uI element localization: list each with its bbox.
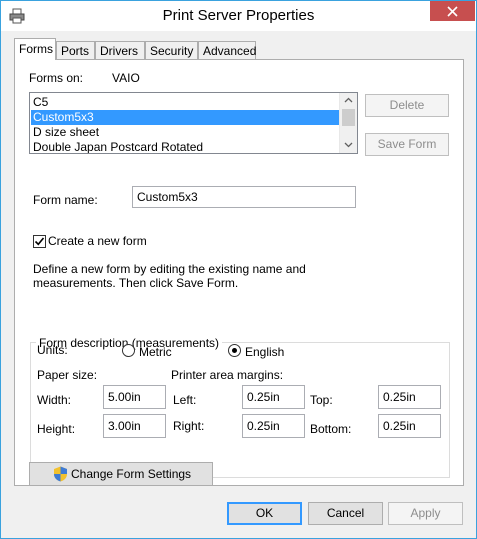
change-form-settings-label: Change Form Settings bbox=[71, 467, 192, 481]
list-item[interactable]: D size sheet bbox=[31, 125, 342, 140]
create-new-form-label[interactable]: Create a new form bbox=[48, 234, 147, 248]
window-title: Print Server Properties bbox=[162, 7, 315, 24]
forms-tab-panel: Forms on: VAIO C5 Custom5x3 D size sheet… bbox=[14, 59, 464, 486]
server-name: VAIO bbox=[112, 71, 140, 85]
tab-drivers[interactable]: Drivers bbox=[95, 41, 145, 59]
scroll-up-arrow-icon[interactable] bbox=[344, 97, 353, 103]
form-description-group bbox=[30, 342, 450, 478]
close-button[interactable] bbox=[430, 1, 475, 21]
tab-advanced[interactable]: Advanced bbox=[198, 41, 256, 59]
form-name-input[interactable] bbox=[132, 186, 356, 208]
height-input[interactable] bbox=[103, 414, 166, 438]
printer-margins-label: Printer area margins: bbox=[171, 368, 284, 382]
left-margin-input[interactable] bbox=[242, 385, 305, 409]
units-label: Units: bbox=[37, 343, 68, 357]
print-server-properties-window: Print Server Properties Forms Ports Driv… bbox=[0, 0, 477, 539]
form-name-label: Form name: bbox=[33, 193, 98, 207]
bottom-margin-label: Bottom: bbox=[310, 422, 352, 436]
tab-ports[interactable]: Ports bbox=[56, 41, 95, 59]
english-radio[interactable] bbox=[228, 344, 241, 357]
apply-button[interactable]: Apply bbox=[388, 502, 463, 525]
left-margin-label: Left: bbox=[173, 393, 197, 407]
height-label: Height: bbox=[37, 422, 76, 436]
paper-size-label: Paper size: bbox=[37, 368, 98, 382]
listbox-scrollbar[interactable] bbox=[339, 93, 357, 153]
close-icon bbox=[447, 5, 458, 17]
delete-button[interactable]: Delete bbox=[365, 94, 449, 117]
forms-listbox[interactable]: C5 Custom5x3 D size sheet Double Japan P… bbox=[29, 92, 358, 154]
width-label: Width: bbox=[37, 393, 72, 407]
scrollbar-thumb[interactable] bbox=[342, 109, 355, 126]
dialog-client-area: Forms Ports Drivers Security Advanced Fo… bbox=[1, 31, 476, 538]
tab-security[interactable]: Security bbox=[145, 41, 198, 59]
bottom-margin-input[interactable] bbox=[378, 414, 441, 438]
instructions-line-1: Define a new form by editing the existin… bbox=[33, 262, 306, 276]
right-margin-label: Right: bbox=[173, 419, 205, 433]
change-form-settings-button[interactable]: Change Form Settings bbox=[29, 462, 213, 486]
top-margin-input[interactable] bbox=[378, 385, 441, 409]
english-label[interactable]: English bbox=[245, 345, 284, 359]
checkmark-icon bbox=[34, 237, 45, 246]
save-form-button[interactable]: Save Form bbox=[365, 133, 449, 156]
instructions-line-2: measurements. Then click Save Form. bbox=[33, 276, 239, 290]
list-item[interactable]: C5 bbox=[31, 95, 342, 110]
ok-button[interactable]: OK bbox=[227, 502, 302, 525]
metric-radio[interactable] bbox=[122, 344, 135, 357]
forms-on-label: Forms on: bbox=[29, 71, 84, 85]
scroll-down-arrow-icon[interactable] bbox=[344, 142, 353, 148]
create-new-form-checkbox[interactable] bbox=[33, 235, 46, 248]
uac-shield-icon bbox=[53, 466, 68, 489]
cancel-button[interactable]: Cancel bbox=[308, 502, 383, 525]
list-item[interactable]: Double Japan Postcard Rotated bbox=[31, 140, 342, 153]
title-bar[interactable]: Print Server Properties bbox=[1, 1, 476, 31]
top-margin-label: Top: bbox=[310, 393, 333, 407]
metric-label[interactable]: Metric bbox=[139, 345, 172, 359]
width-input[interactable] bbox=[103, 385, 166, 409]
tab-forms[interactable]: Forms bbox=[14, 38, 56, 60]
list-item-selected[interactable]: Custom5x3 bbox=[31, 110, 342, 125]
right-margin-input[interactable] bbox=[242, 414, 305, 438]
